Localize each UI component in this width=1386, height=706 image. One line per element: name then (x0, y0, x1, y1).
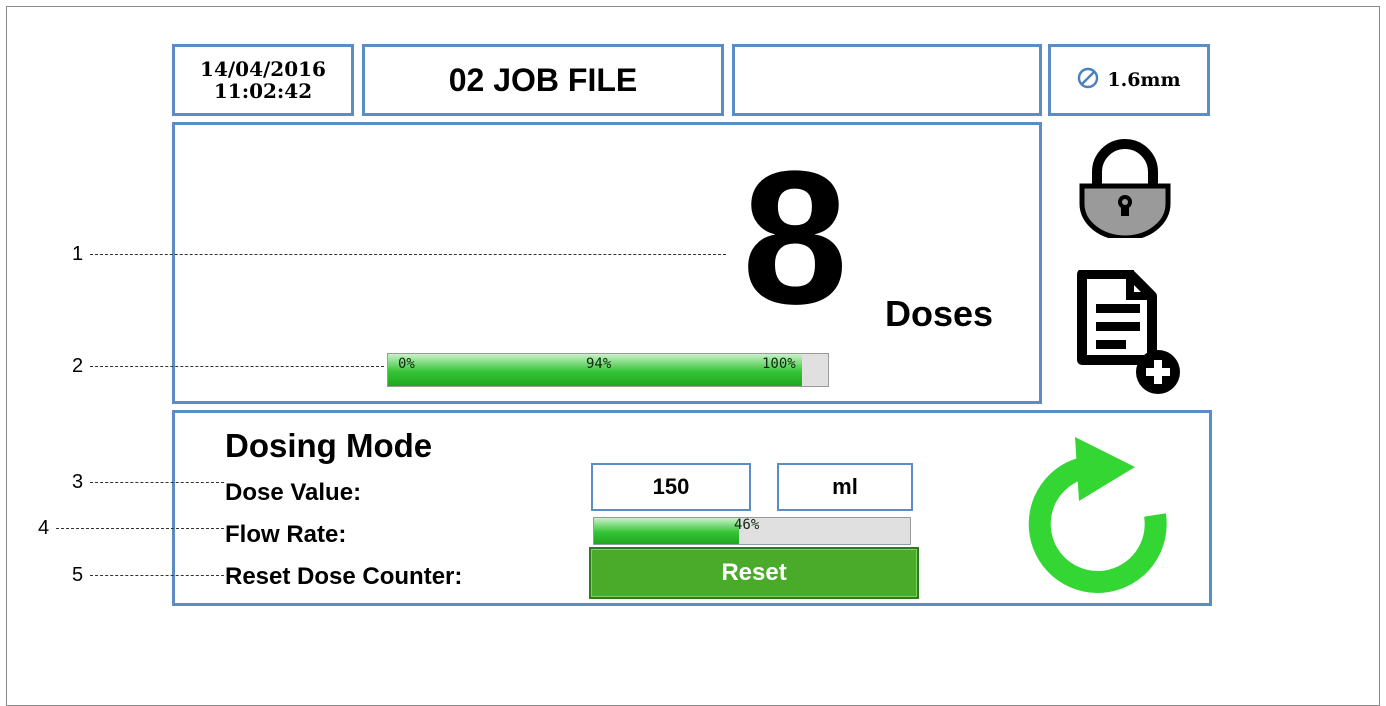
dose-counter-panel: 8 Doses 0% 94% 100% (172, 122, 1042, 404)
job-file-label: 02 JOB FILE (448, 61, 638, 98)
callout-4: 4 (38, 517, 50, 539)
callout-3: 3 (72, 471, 84, 493)
dosing-mode-panel: Dosing Mode Dose Value: Flow Rate: Reset… (172, 410, 1212, 606)
callout-5: 5 (72, 564, 84, 586)
callout-3-line (90, 482, 224, 483)
callout-4-line (56, 528, 224, 529)
nozzle-size-text: 1.6mm (1107, 69, 1181, 91)
dose-unit-text: ml (832, 474, 858, 499)
dose-value-text: 150 (652, 474, 690, 499)
refresh-icon[interactable] (1017, 419, 1177, 604)
reset-button[interactable]: Reset (589, 547, 919, 599)
callout-5-line (90, 575, 224, 576)
time-text: 11:02:42 (213, 79, 313, 103)
dose-value-field[interactable]: 150 (591, 463, 751, 511)
datetime-display: 14/04/2016 11:02:42 (172, 44, 354, 116)
dose-value-label: Dose Value: (225, 479, 362, 506)
padlock-icon[interactable] (1072, 138, 1178, 243)
dose-count: 8 (742, 132, 848, 344)
dose-progress-bar: 0% 94% 100% (387, 353, 829, 387)
nozzle-size-display[interactable]: 1.6mm (1048, 44, 1210, 116)
flow-rate-fill (594, 518, 740, 544)
progress-min-label: 0% (398, 356, 415, 372)
flow-rate-percent-label: 46% (734, 517, 760, 533)
dosing-mode-title: Dosing Mode (225, 427, 433, 464)
date-text: 14/04/2016 (200, 57, 326, 81)
reset-button-label: Reset (721, 559, 787, 586)
dose-unit-field[interactable]: ml (777, 463, 913, 511)
callout-2: 2 (72, 355, 84, 377)
reset-dose-counter-label: Reset Dose Counter: (225, 563, 463, 590)
callout-1-line (90, 254, 726, 255)
progress-max-label: 100% (762, 356, 796, 372)
file-add-icon[interactable] (1074, 269, 1200, 401)
callout-1: 1 (72, 243, 84, 265)
callout-2-line (90, 366, 384, 367)
flow-rate-label: Flow Rate: (225, 521, 347, 548)
nozzle-diameter-icon (1077, 67, 1099, 94)
progress-current-label: 94% (586, 356, 612, 372)
flow-rate-bar[interactable]: 46% (593, 517, 911, 545)
job-file-title[interactable]: 02 JOB FILE (362, 44, 724, 116)
doses-unit-label: Doses (885, 293, 994, 334)
status-field (732, 44, 1042, 116)
